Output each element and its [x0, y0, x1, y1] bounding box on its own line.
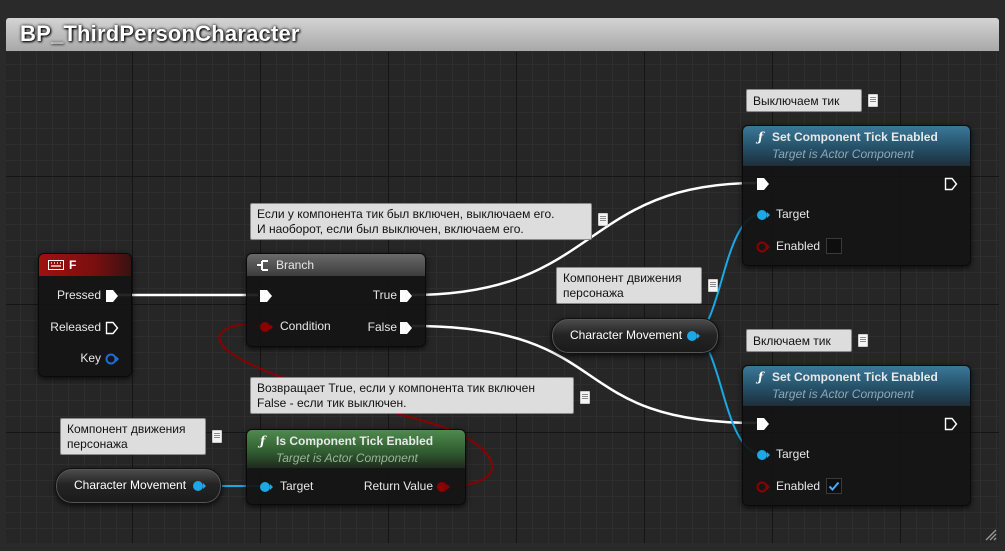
set-tick-top-target-pin[interactable]	[756, 208, 770, 222]
is-tick-return-pin[interactable]	[436, 480, 450, 494]
is-tick-target-label: Target	[280, 479, 314, 493]
is-tick-comment-pin-icon[interactable]	[580, 391, 590, 404]
set-tick-top-subtitle: Target is Actor Component	[772, 147, 914, 161]
character-movement-node-left[interactable]: Character Movement	[55, 468, 222, 504]
branch-comment: Если у компонента тик был включен, выклю…	[250, 203, 592, 240]
branch-node-header	[247, 254, 425, 276]
set-tick-bottom-exec-in-pin[interactable]	[756, 417, 770, 431]
key-pin-label: Key	[80, 351, 101, 365]
char-move-right-comment-pin-icon[interactable]	[708, 279, 718, 292]
set-tick-bottom-subtitle: Target is Actor Component	[772, 387, 914, 401]
set-tick-bottom-enabled-pin[interactable]	[756, 480, 770, 494]
true-pin-label: True	[372, 288, 397, 302]
char-move-left-comment-pin-icon[interactable]	[212, 430, 222, 443]
is-tick-enabled-subtitle: Target is Actor Component	[276, 451, 418, 465]
set-tick-bottom-target-pin[interactable]	[756, 448, 770, 462]
set-tick-top-enabled-label: Enabled	[776, 239, 821, 253]
char-move-right-comment-line1: Компонент движения	[563, 271, 682, 285]
event-node-title: F	[69, 258, 77, 272]
char-move-left-comment: Компонент движения персонажа	[60, 418, 206, 455]
set-bottom-comment-pin-icon[interactable]	[858, 334, 868, 347]
char-move-left-comment-line1: Компонент движения	[67, 422, 186, 436]
condition-bool-pin[interactable]	[259, 320, 273, 334]
false-exec-pin[interactable]	[399, 321, 413, 335]
blueprint-editor-window: BP_ThirdPersonCharacter F Pressed Releas…	[0, 0, 1005, 551]
function-icon: ƒ	[758, 370, 764, 384]
set-top-comment-pin-icon[interactable]	[868, 94, 878, 107]
is-tick-comment-line1: Возвращает True, если у компонента тик в…	[257, 381, 535, 395]
key-struct-pin[interactable]	[105, 352, 119, 366]
char-move-left-comment-line2: персонажа	[67, 437, 128, 451]
set-tick-top-exec-out-pin[interactable]	[944, 177, 958, 191]
set-tick-enabled-node-bottom[interactable]: ƒ Set Component Tick Enabled Target is A…	[742, 365, 971, 506]
released-pin-label: Released	[50, 320, 101, 334]
set-tick-bottom-exec-out-pin[interactable]	[944, 417, 958, 431]
character-movement-left-out-pin[interactable]	[192, 479, 206, 493]
branch-comment-pin-icon[interactable]	[598, 213, 608, 226]
set-top-comment-text: Выключаем тик	[753, 94, 840, 108]
set-bottom-comment-text: Включаем тик	[753, 334, 831, 348]
set-tick-top-target-label: Target	[776, 207, 810, 221]
set-tick-top-exec-in-pin[interactable]	[756, 177, 770, 191]
set-tick-bottom-title: Set Component Tick Enabled	[772, 370, 938, 384]
false-pin-label: False	[367, 320, 397, 334]
set-tick-top-title: Set Component Tick Enabled	[772, 130, 938, 144]
character-movement-node-right[interactable]: Character Movement	[551, 318, 719, 354]
set-bottom-comment: Включаем тик	[746, 329, 852, 352]
event-node-f[interactable]: F Pressed Released Key	[38, 253, 132, 377]
set-top-comment: Выключаем тик	[746, 89, 862, 112]
released-exec-pin[interactable]	[105, 321, 119, 335]
checkmark-icon	[828, 481, 840, 491]
is-tick-enabled-title: Is Component Tick Enabled	[276, 434, 434, 448]
is-tick-return-label: Return Value	[363, 479, 433, 493]
is-tick-target-pin[interactable]	[259, 480, 273, 494]
function-icon: ƒ	[758, 130, 764, 144]
branch-exec-in-pin[interactable]	[259, 289, 273, 303]
pressed-pin-label: Pressed	[56, 288, 101, 302]
branch-node[interactable]: Branch Condition True False	[246, 253, 426, 347]
true-exec-pin[interactable]	[399, 289, 413, 303]
branch-comment-line2: И наоборот, если был выключен, включаем …	[257, 222, 524, 236]
set-tick-enabled-node-top[interactable]: ƒ Set Component Tick Enabled Target is A…	[742, 125, 971, 266]
function-icon: ƒ	[260, 434, 266, 448]
character-movement-left-label: Character Movement	[74, 478, 187, 492]
is-tick-comment-line2: False - если тик выключен.	[257, 396, 407, 410]
char-move-right-comment-line2: персонажа	[563, 286, 624, 300]
set-tick-top-enabled-checkbox[interactable]	[826, 238, 842, 254]
pressed-exec-pin[interactable]	[105, 289, 119, 303]
branch-comment-line1: Если у компонента тик был включен, выклю…	[257, 207, 555, 221]
resize-grip-icon[interactable]	[983, 527, 997, 541]
branch-node-title: Branch	[276, 258, 315, 272]
char-move-right-comment: Компонент движения персонажа	[556, 267, 702, 304]
character-movement-right-out-pin[interactable]	[686, 329, 700, 343]
set-tick-bottom-target-label: Target	[776, 447, 810, 461]
branch-icon	[257, 260, 268, 271]
is-tick-enabled-node[interactable]: ƒ Is Component Tick Enabled Target is Ac…	[246, 429, 466, 505]
keyboard-icon	[48, 260, 64, 270]
set-tick-bottom-enabled-label: Enabled	[776, 479, 821, 493]
set-tick-top-enabled-pin[interactable]	[756, 240, 770, 254]
is-tick-comment: Возвращает True, если у компонента тик в…	[250, 377, 574, 414]
character-movement-right-label: Character Movement	[570, 328, 683, 342]
set-tick-bottom-enabled-checkbox[interactable]	[826, 478, 842, 494]
condition-pin-label: Condition	[280, 319, 331, 333]
